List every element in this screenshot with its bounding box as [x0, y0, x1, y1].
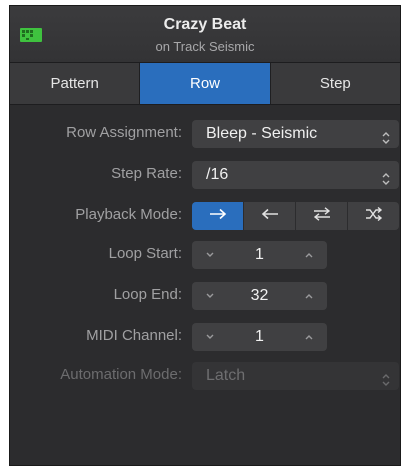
loop-end-decrement-button[interactable] [196, 282, 224, 310]
step-sequencer-inspector: Crazy Beat on Track Seismic Pattern Row … [9, 5, 401, 466]
ping-pong-icon [312, 206, 332, 226]
updown-chevron-icon [381, 127, 391, 144]
step-rate-value: /16 [206, 166, 229, 183]
loop-end-stepper: 32 [192, 282, 327, 310]
midi-channel-value[interactable]: 1 [228, 323, 291, 351]
automation-mode-popup: Latch [192, 362, 399, 390]
playback-mode-row: Playback Mode: [10, 202, 400, 230]
automation-mode-row: Automation Mode: Latch [10, 362, 400, 390]
playback-random-button[interactable] [348, 202, 399, 230]
row-assignment-label: Row Assignment: [66, 124, 182, 141]
tab-step[interactable]: Step [271, 63, 400, 104]
step-rate-popup[interactable]: /16 [192, 161, 399, 189]
playback-reverse-button[interactable] [244, 202, 296, 230]
row-assignment-value: Bleep - Seismic [206, 125, 318, 142]
loop-start-row: Loop Start: 1 [10, 241, 400, 269]
playback-mode-label: Playback Mode: [75, 206, 182, 223]
updown-chevron-icon [381, 369, 391, 386]
chevron-up-icon [305, 253, 313, 258]
midi-channel-label: MIDI Channel: [86, 327, 182, 344]
loop-start-increment-button[interactable] [295, 241, 323, 269]
chevron-up-icon [305, 335, 313, 340]
automation-mode-label: Automation Mode: [60, 366, 182, 383]
tab-pattern[interactable]: Pattern [10, 63, 141, 104]
updown-chevron-icon [381, 168, 391, 185]
loop-end-row: Loop End: 32 [10, 282, 400, 310]
reverse-arrow-icon [260, 207, 280, 225]
midi-channel-stepper: 1 [192, 323, 327, 351]
inspector-header: Crazy Beat on Track Seismic [10, 6, 400, 63]
random-shuffle-icon [364, 206, 384, 226]
forward-arrow-icon [208, 207, 228, 225]
playback-ping-pong-button[interactable] [296, 202, 348, 230]
loop-end-value[interactable]: 32 [228, 282, 291, 310]
loop-start-decrement-button[interactable] [196, 241, 224, 269]
chevron-down-icon [206, 293, 214, 298]
loop-start-label: Loop Start: [108, 245, 182, 262]
playback-forward-button[interactable] [192, 202, 244, 230]
chevron-down-icon [206, 334, 214, 339]
row-assignment-popup[interactable]: Bleep - Seismic [192, 120, 399, 148]
playback-mode-segmented [192, 202, 399, 230]
loop-end-label: Loop End: [113, 286, 182, 303]
track-subtitle: on Track Seismic [155, 39, 255, 54]
step-rate-row: Step Rate: /16 [10, 161, 400, 189]
inspector-tabs: Pattern Row Step [10, 63, 400, 105]
loop-end-increment-button[interactable] [295, 282, 323, 310]
chevron-up-icon [305, 294, 313, 299]
pattern-title: Crazy Beat [163, 16, 247, 33]
row-assignment-row: Row Assignment: Bleep - Seismic [10, 120, 400, 148]
chevron-down-icon [206, 252, 214, 257]
loop-start-value[interactable]: 1 [228, 241, 291, 269]
loop-start-stepper: 1 [192, 241, 327, 269]
midi-channel-row: MIDI Channel: 1 [10, 323, 400, 351]
automation-mode-value: Latch [206, 367, 246, 384]
midi-channel-increment-button[interactable] [295, 323, 323, 351]
midi-channel-decrement-button[interactable] [196, 323, 224, 351]
step-rate-label: Step Rate: [111, 165, 182, 182]
tab-row[interactable]: Row [140, 63, 271, 104]
